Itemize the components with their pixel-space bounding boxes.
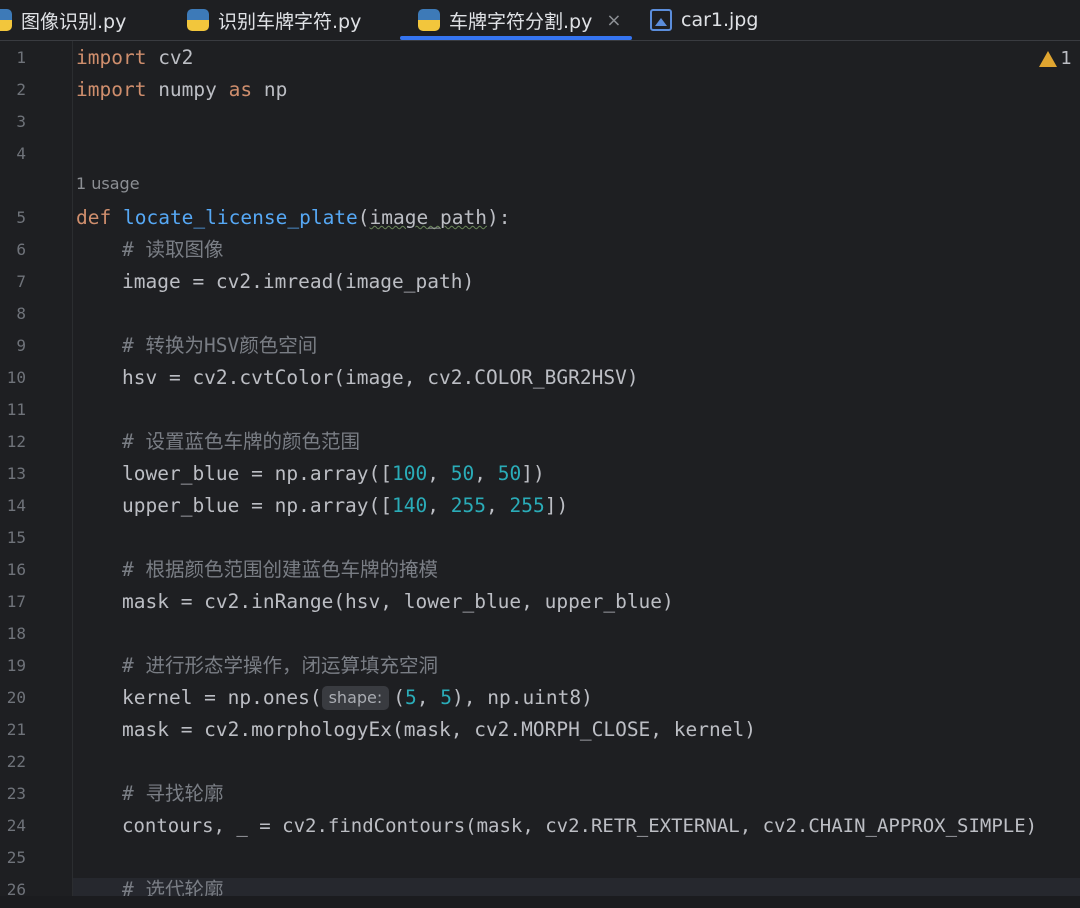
line-number: 4 — [16, 144, 26, 163]
code-line: 19 # 进行形态学操作，闭运算填充空洞 — [0, 650, 1080, 682]
line-number: 2 — [16, 80, 26, 99]
code-text: hsv = cv2.cvtColor(image, cv2.COLOR_BGR2… — [122, 366, 639, 389]
python-file-icon — [187, 9, 209, 31]
active-tab-indicator — [400, 36, 632, 40]
code-line: 5 def locate_license_plate(image_path): — [0, 202, 1080, 234]
code-line: 12 # 设置蓝色车牌的颜色范围 — [0, 426, 1080, 458]
code-line: 10 hsv = cv2.cvtColor(image, cv2.COLOR_B… — [0, 362, 1080, 394]
image-file-icon — [650, 9, 672, 31]
code-line: 22 — [0, 746, 1080, 778]
comment: # 转换为HSV颜色空间 — [122, 334, 318, 357]
comment: # 进行形态学操作，闭运算填充空洞 — [122, 654, 438, 677]
code-line: 6 # 读取图像 — [0, 234, 1080, 266]
editor-tab-bar: 图像识别.py 识别车牌字符.py 车牌字符分割.py × car1.jpg — [0, 0, 1080, 41]
code-text: mask = cv2.inRange(hsv, lower_blue, uppe… — [122, 590, 674, 613]
bottom-strip — [0, 896, 1080, 908]
code-text: upper_blue = np.array([140, 255, 255]) — [122, 494, 569, 517]
code-text: import numpy as np — [76, 78, 288, 101]
line-number: 9 — [16, 336, 26, 355]
line-number: 18 — [6, 624, 26, 643]
code-line: 25 — [0, 842, 1080, 874]
line-number: 16 — [6, 560, 26, 579]
line-number: 8 — [16, 304, 26, 323]
code-line: 9 # 转换为HSV颜色空间 — [0, 330, 1080, 362]
usage-inlay-hint[interactable]: 1 usage — [76, 174, 140, 193]
line-number: 22 — [6, 752, 26, 771]
line-number: 13 — [6, 464, 26, 483]
tab-plate-char-recognition[interactable]: 识别车牌字符.py — [187, 0, 361, 40]
line-number: 25 — [6, 848, 26, 867]
line-number: 20 — [6, 688, 26, 707]
code-text: image = cv2.imread(image_path) — [122, 270, 475, 293]
tab-label: 车牌字符分割.py — [449, 10, 593, 33]
code-line: 18 — [0, 618, 1080, 650]
tab-plate-char-segmentation[interactable]: 车牌字符分割.py × — [418, 0, 621, 40]
line-number: 1 — [16, 48, 26, 67]
code-text: kernel = np.ones(shape: (5, 5), np.uint8) — [122, 686, 593, 710]
code-line: 21 mask = cv2.morphologyEx(mask, cv2.MOR… — [0, 714, 1080, 746]
tab-label: 图像识别.py — [21, 10, 127, 33]
code-line: 24 contours, _ = cv2.findContours(mask, … — [0, 810, 1080, 842]
tab-image-recognition[interactable]: 图像识别.py — [0, 0, 126, 40]
code-line: 7 image = cv2.imread(image_path) — [0, 266, 1080, 298]
line-number: 11 — [6, 400, 26, 419]
code-line: 13 lower_blue = np.array([100, 50, 50]) — [0, 458, 1080, 490]
tab-car1-jpg[interactable]: car1.jpg — [650, 0, 758, 40]
code-line: 11 — [0, 394, 1080, 426]
python-file-icon — [418, 9, 440, 31]
line-number: 5 — [16, 208, 26, 227]
comment: # 读取图像 — [122, 238, 224, 261]
line-number: 10 — [6, 368, 26, 387]
code-line: 15 — [0, 522, 1080, 554]
code-line: 14 upper_blue = np.array([140, 255, 255]… — [0, 490, 1080, 522]
code-line: 8 — [0, 298, 1080, 330]
code-line: 23 # 寻找轮廓 — [0, 778, 1080, 810]
close-icon[interactable]: × — [606, 10, 621, 31]
line-number: 3 — [16, 112, 26, 131]
code-line: 20 kernel = np.ones(shape: (5, 5), np.uin… — [0, 682, 1080, 714]
line-number: 21 — [6, 720, 26, 739]
code-line: 1 import cv2 — [0, 42, 1080, 74]
code-text: contours, _ = cv2.findContours(mask, cv2… — [122, 815, 1038, 837]
tab-label: 识别车牌字符.py — [218, 10, 362, 33]
code-text: mask = cv2.morphologyEx(mask, cv2.MORPH_… — [122, 718, 756, 741]
python-file-icon — [0, 9, 12, 31]
line-number: 23 — [6, 784, 26, 803]
line-number: 7 — [16, 272, 26, 291]
line-number: 6 — [16, 240, 26, 259]
code-text: lower_blue = np.array([100, 50, 50]) — [122, 462, 545, 485]
code-line: 17 mask = cv2.inRange(hsv, lower_blue, u… — [0, 586, 1080, 618]
line-number: 24 — [6, 816, 26, 835]
line-number: 15 — [6, 528, 26, 547]
code-line: 2 import numpy as np — [0, 74, 1080, 106]
code-text: import cv2 — [76, 46, 194, 69]
code-line: 16 # 根据颜色范围创建蓝色车牌的掩模 — [0, 554, 1080, 586]
line-number: 17 — [6, 592, 26, 611]
tab-label: car1.jpg — [681, 9, 759, 31]
comment: # 设置蓝色车牌的颜色范围 — [122, 430, 360, 453]
code-text: def locate_license_plate(image_path): — [76, 206, 511, 229]
comment: # 寻找轮廓 — [122, 782, 224, 805]
code-line: 4 — [0, 138, 1080, 170]
code-line: 3 — [0, 106, 1080, 138]
line-number: 14 — [6, 496, 26, 515]
parameter-hint: shape: — [321, 686, 390, 710]
line-number: 19 — [6, 656, 26, 675]
comment: # 根据颜色范围创建蓝色车牌的掩模 — [122, 558, 438, 581]
line-number: 12 — [6, 432, 26, 451]
